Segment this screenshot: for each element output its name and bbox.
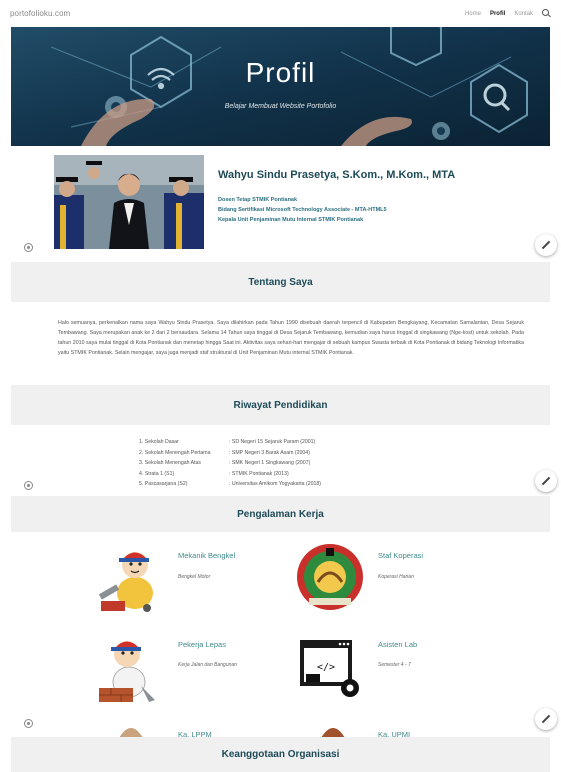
edit-pencil-icon[interactable] <box>535 470 557 492</box>
job-description: Bengkel Motor <box>178 574 211 580</box>
profile-role: Dosen Tetap STMIK Pontianak <box>218 197 298 203</box>
education-list: 1. Sekolah Dasar : SD Negeri 15 Sejaruk P… <box>139 437 321 490</box>
education-school: : Universitas Amikom Yogyakarta (2018) <box>229 481 321 487</box>
section-heading-education: Riwayat Pendidikan <box>11 385 550 425</box>
settings-gear-icon[interactable] <box>24 243 33 252</box>
settings-gear-icon[interactable] <box>24 481 33 490</box>
hero-banner: Profil Belajar Membuat Website Portofoli… <box>11 27 550 146</box>
job-title: Staf Koperasi <box>378 551 424 560</box>
settings-gear-icon[interactable] <box>24 719 33 728</box>
job-title: Pekerja Lepas <box>178 640 226 649</box>
education-row: 2. Sekolah Menengah Pertama : SMP Negeri … <box>139 448 321 459</box>
education-level: 4. Strata 1 (S1) <box>139 470 175 477</box>
job-description: Kerja Jalan dan Bangunan <box>178 662 237 668</box>
education-level: 1. Sekolah Dasar <box>139 439 179 445</box>
job-title: Asisten Lab <box>378 640 418 649</box>
job-title: Mekanik Bengkel <box>178 551 236 560</box>
cooperative-logo-icon <box>297 544 363 610</box>
nav-link-profil[interactable]: Profil <box>490 11 505 17</box>
lab-computer-icon: </> <box>300 640 359 697</box>
search-icon[interactable] <box>542 9 551 18</box>
education-school: : SMK Negeri 1 Singkawang (2007) <box>229 460 311 466</box>
education-row: 3. Sekolah Menengah Atas : SMK Negeri 1 S… <box>139 458 321 469</box>
section-heading-experience: Pengalaman Kerja <box>11 496 550 532</box>
job-description: Semester 4 - 7 <box>378 662 411 668</box>
top-nav: portofolioku.com Home Profil Kontak <box>0 0 561 27</box>
education-level: 2. Sekolah Menengah Pertama <box>139 449 211 456</box>
education-level: 3. Sekolah Menengah Atas <box>139 460 202 466</box>
education-row: 4. Strata 1 (S1) : STMIK Pontianak (2013) <box>139 469 321 480</box>
nav-links: Home Profil Kontak <box>465 9 551 18</box>
profile-roles: Dosen Tetap STMIK Pontianak Bidang Serti… <box>218 195 387 225</box>
profile-role: Bidang Sertifikasi Microsoft Technology … <box>218 207 387 213</box>
education-school: : STMIK Pontianak (2013) <box>229 470 289 477</box>
education-level: 5. Pascasarjana (S2) <box>139 481 188 487</box>
profile-photo <box>54 155 204 249</box>
page-title: Profil <box>245 57 316 88</box>
section-heading-about: Tentang Saya <box>11 262 550 302</box>
education-school: : SMP Negeri 3 Barak Asam (2004) <box>229 449 310 456</box>
about-text: Halo semuanya, perkenalkan nama saya Wah… <box>58 320 524 356</box>
education-row: 5. Pascasarjana (S2) : Universitas Amikom… <box>139 479 321 490</box>
job-description: Koperasi Harian <box>378 574 414 580</box>
profile-role: Kepala Unit Penjaminan Mutu Internal STM… <box>218 217 364 223</box>
person-icon <box>119 728 143 738</box>
education-school: : SD Negeri 15 Sejaruk Param (2001) <box>229 439 316 445</box>
section-heading-organization: Keanggotaan Organisasi <box>11 737 550 772</box>
graduation-photo <box>54 155 204 249</box>
svg-text:</>: </> <box>317 662 335 673</box>
profile-name: Wahyu Sindu Prasetya, S.Kom., M.Kom., MT… <box>218 169 456 181</box>
nav-link-kontak[interactable]: Kontak <box>514 11 533 17</box>
edit-pencil-icon[interactable] <box>535 234 557 256</box>
site-brand[interactable]: portofolioku.com <box>10 9 70 18</box>
page-subtitle: Belajar Membuat Website Portofolio <box>224 103 337 110</box>
nav-link-home[interactable]: Home <box>465 11 481 17</box>
person-icon <box>321 728 345 738</box>
builder-icon <box>99 641 155 702</box>
edit-pencil-icon[interactable] <box>535 708 557 730</box>
mechanic-icon <box>98 552 153 612</box>
education-row: 1. Sekolah Dasar : SD Negeri 15 Sejaruk P… <box>139 437 321 448</box>
